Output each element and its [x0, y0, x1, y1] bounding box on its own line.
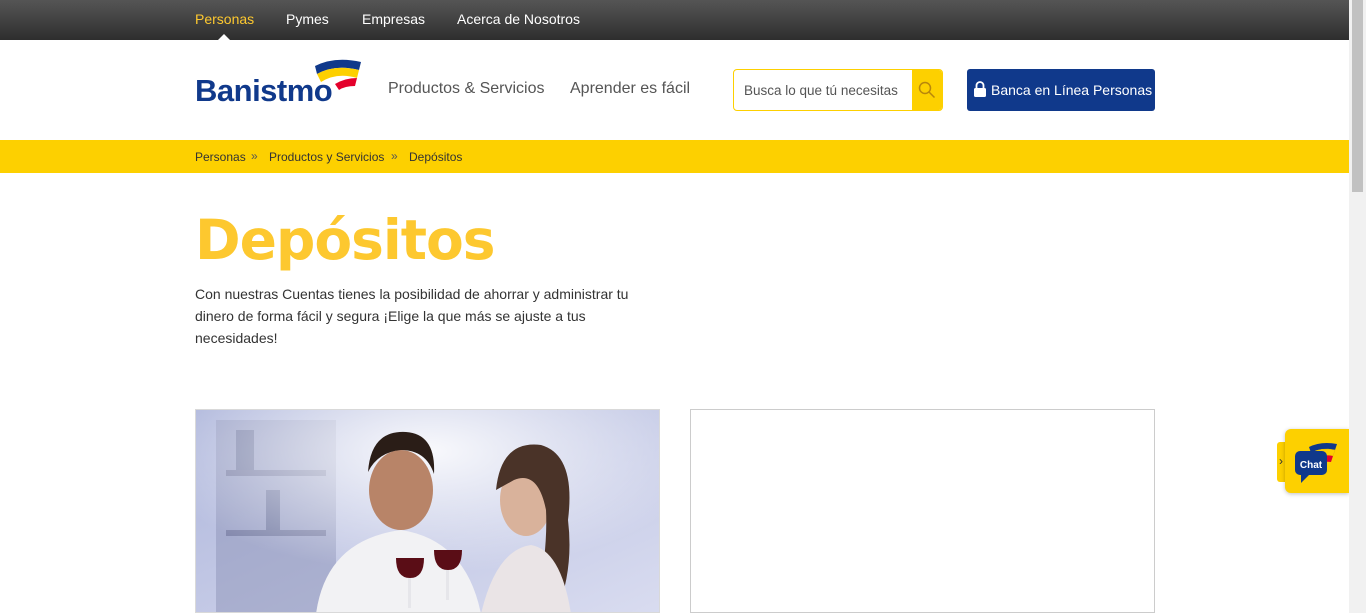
chevron-right-icon: ›	[1279, 454, 1283, 468]
nav-aprender-es-facil[interactable]: Aprender es fácil	[570, 80, 690, 98]
page-description: Con nuestras Cuentas tienes la posibilid…	[195, 286, 629, 346]
lock-icon	[974, 81, 986, 97]
couple-photo-image	[196, 410, 659, 612]
search-input[interactable]	[734, 70, 914, 110]
card-empty[interactable]	[690, 409, 1155, 613]
breadcrumb: Personas » Productos y Servicios » Depós…	[0, 140, 1349, 173]
breadcrumb-separator: »	[391, 149, 398, 163]
page: Personas Pymes Empresas Acerca de Nosotr…	[0, 0, 1366, 613]
chat-label: Chat	[1300, 460, 1323, 471]
search-button[interactable]	[912, 70, 942, 110]
topnav-item-acerca[interactable]: Acerca de Nosotros	[457, 0, 580, 40]
search-icon	[918, 81, 936, 99]
top-navigation-bar: Personas Pymes Empresas Acerca de Nosotr…	[0, 0, 1349, 40]
chat-button[interactable]: Chat	[1285, 429, 1349, 493]
logo-wordmark: Banistmo	[195, 73, 333, 108]
chat-icon: Chat	[1295, 443, 1337, 483]
banistmo-logo[interactable]: Banistmo	[195, 58, 367, 108]
search-box	[733, 69, 943, 111]
topnav-item-pymes[interactable]: Pymes	[286, 0, 329, 40]
main-header: Banistmo Productos & Servicios Aprender …	[0, 40, 1349, 140]
topnav-item-empresas[interactable]: Empresas	[362, 0, 425, 40]
breadcrumb-item-personas[interactable]: Personas	[195, 150, 246, 164]
breadcrumb-item-productos[interactable]: Productos y Servicios	[269, 150, 384, 164]
page-scrollbar[interactable]	[1349, 0, 1366, 613]
page-title: Depósitos	[195, 208, 496, 272]
logo-flag-icon	[315, 59, 361, 90]
banca-en-linea-label: Banca en Línea Personas	[991, 82, 1153, 98]
nav-productos-servicios[interactable]: Productos & Servicios	[388, 80, 545, 98]
banca-en-linea-button[interactable]: Banca en Línea Personas	[967, 69, 1155, 111]
scrollbar-thumb[interactable]	[1352, 0, 1363, 192]
card-image-couple[interactable]	[195, 409, 660, 613]
breadcrumb-separator: »	[251, 149, 258, 163]
breadcrumb-item-current: Depósitos	[409, 150, 463, 164]
